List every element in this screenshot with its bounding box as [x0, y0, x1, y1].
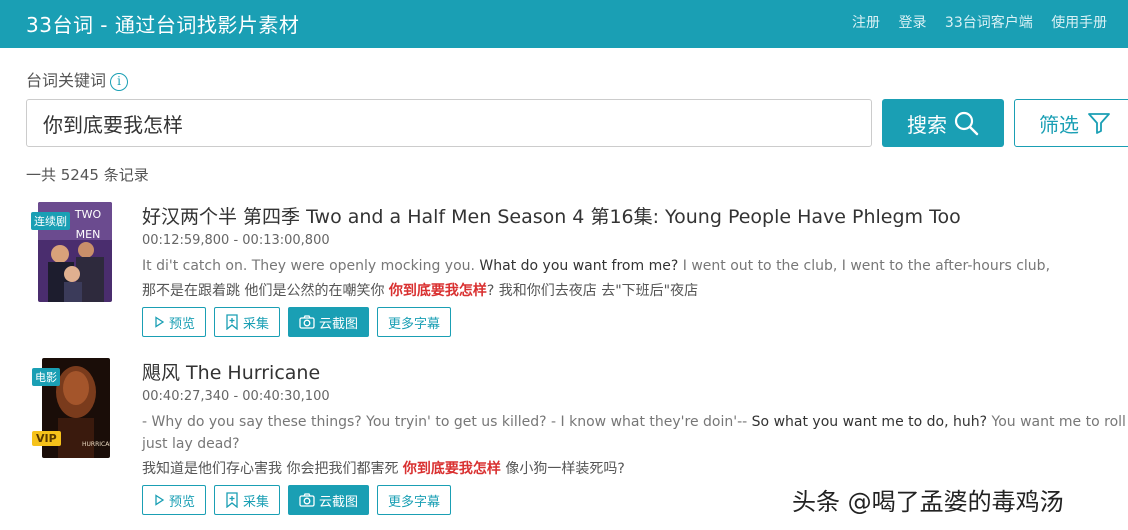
vip-badge: VIP [32, 431, 61, 446]
result-actions: 预览 采集 云截图 更多字幕 [142, 485, 452, 515]
camera-icon [299, 315, 315, 329]
info-icon[interactable]: i [110, 73, 129, 91]
result-timecode: 00:12:59,800 - 00:13:00,800 [142, 233, 330, 248]
matched-english: So what you want me to do, huh? [751, 414, 988, 430]
type-badge: 电影 [32, 368, 60, 386]
result-timecode: 00:40:27,340 - 00:40:30,100 [142, 389, 330, 404]
svg-text:TWO: TWO [74, 208, 102, 221]
preview-button[interactable]: 预览 [142, 485, 207, 515]
subtitle-chinese: 我知道是他们存心害我 你会把我们都害死 你到底要我怎样 像小狗一样装死吗? [142, 461, 625, 477]
collect-button[interactable]: 采集 [214, 307, 281, 337]
result-title[interactable]: 飓风 The Hurricane [142, 358, 320, 385]
cloud-screenshot-button[interactable]: 云截图 [288, 485, 370, 515]
bookmark-add-icon [226, 492, 238, 508]
site-brand[interactable]: 33台词 - 通过台词找影片素材 [26, 9, 299, 38]
watermark: 头条 @喝了孟婆的毒鸡汤 [792, 488, 1064, 516]
collect-button[interactable]: 采集 [214, 485, 281, 515]
keyword-label: 台词关键词 i [26, 67, 129, 91]
type-badge: 连续剧 [31, 212, 70, 230]
subtitle-english-continued: just lay dead? [142, 436, 240, 452]
subtitle-chinese: 那不是在跟着跳 他们是公然的在嘲笑你 你到底要我怎样? 我和你们去夜店 去"下班… [142, 283, 699, 299]
play-icon [155, 494, 165, 506]
camera-icon [299, 493, 315, 507]
nav-login[interactable]: 登录 [898, 15, 926, 31]
nav-register[interactable]: 注册 [852, 15, 880, 31]
more-subtitles-button[interactable]: 更多字幕 [377, 485, 452, 515]
svg-text:HURRICANE: HURRICANE [82, 441, 110, 448]
top-nav: 注册 登录 33台词客户端 使用手册 [852, 12, 1121, 32]
cloud-screenshot-button[interactable]: 云截图 [288, 307, 370, 337]
result-title[interactable]: 好汉两个半 第四季 Two and a Half Men Season 4 第1… [142, 202, 961, 229]
subtitle-english: It di't catch on. They were openly mocki… [142, 258, 1051, 274]
bookmark-add-icon [226, 314, 238, 330]
matched-keyword: 你到底要我怎样 [388, 283, 487, 299]
top-bar: 33台词 - 通过台词找影片素材 注册 登录 33台词客户端 使用手册 [0, 0, 1128, 48]
matched-english: What do you want from me? [479, 258, 679, 274]
more-subtitles-button[interactable]: 更多字幕 [377, 307, 452, 337]
filter-icon [1088, 113, 1110, 134]
result-actions: 预览 采集 云截图 更多字幕 [142, 307, 452, 337]
play-icon [155, 316, 165, 328]
result-count: 一共 5245 条记录 [26, 166, 149, 184]
nav-manual[interactable]: 使用手册 [1051, 15, 1107, 31]
svg-text:MEN: MEN [76, 228, 101, 241]
filter-button[interactable]: 筛选 [1014, 99, 1128, 147]
nav-client[interactable]: 33台词客户端 [945, 15, 1033, 31]
search-button[interactable]: 搜索 [882, 99, 1004, 147]
matched-keyword: 你到底要我怎样 [402, 461, 501, 477]
search-input[interactable] [26, 99, 872, 147]
subtitle-english: - Why do you say these things? You tryin… [142, 414, 1128, 430]
preview-button[interactable]: 预览 [142, 307, 207, 337]
search-icon [954, 111, 979, 136]
